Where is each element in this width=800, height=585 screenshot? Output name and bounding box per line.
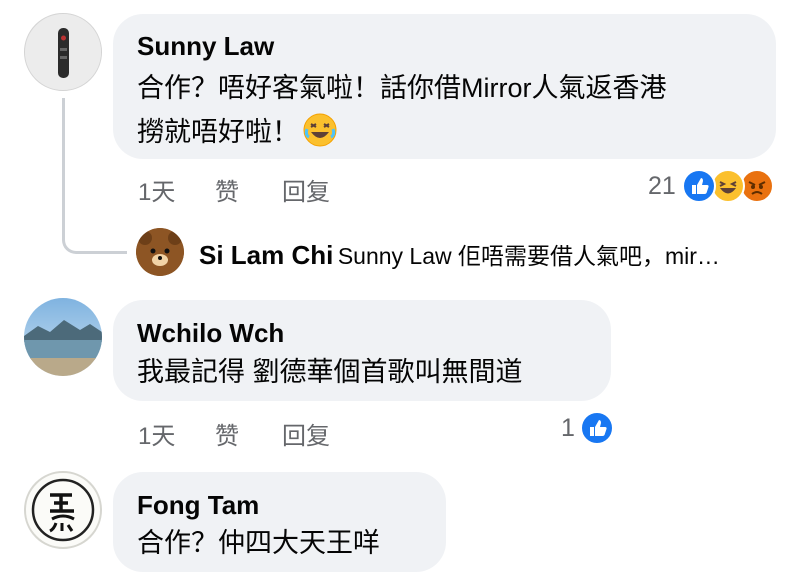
like-button[interactable]: 赞 bbox=[215, 416, 239, 451]
comment-text: 我最記得 劉德華個首歌叫無間道 bbox=[137, 357, 523, 387]
comment-text: 合作？唔好客氣啦！話你借Mirror人氣返香港 bbox=[137, 73, 667, 103]
reply-preview[interactable]: Si Lam Chi Sunny Law 佢唔需要借人氣吧，mir… bbox=[199, 237, 720, 271]
avatar[interactable] bbox=[24, 471, 102, 549]
brown-bear-avatar-image bbox=[136, 228, 184, 276]
comment-text: 撈就唔好啦！ bbox=[137, 110, 337, 160]
like-icon bbox=[682, 169, 716, 203]
reaction-count[interactable]: 1 bbox=[561, 414, 575, 443]
like-button[interactable]: 赞 bbox=[215, 172, 239, 207]
avatar[interactable] bbox=[136, 228, 184, 276]
lake-avatar-image bbox=[24, 298, 102, 376]
like-icon bbox=[580, 411, 614, 445]
comment-time[interactable]: 1天 bbox=[138, 172, 175, 207]
reply-button[interactable]: 回复 bbox=[282, 416, 330, 451]
avatar-image bbox=[25, 14, 101, 90]
laughing-emoji-icon bbox=[303, 113, 337, 160]
reply-author[interactable]: Si Lam Chi bbox=[199, 240, 333, 270]
calligraphy-avatar-image bbox=[31, 478, 95, 542]
reply-text: Sunny Law 佢唔需要借人氣吧，mir… bbox=[337, 243, 720, 269]
comment-text: 合作？仲四大天王咩 bbox=[137, 528, 380, 558]
comment-author[interactable]: Wchilo Wch bbox=[137, 318, 284, 349]
comment-author[interactable]: Fong Tam bbox=[137, 490, 259, 521]
comment-time[interactable]: 1天 bbox=[138, 416, 175, 451]
haha-icon bbox=[711, 169, 745, 203]
angry-icon bbox=[740, 169, 774, 203]
comment-text-line: 撈就唔好啦！ bbox=[137, 117, 299, 147]
reaction-count[interactable]: 21 bbox=[648, 172, 676, 201]
avatar[interactable] bbox=[24, 13, 102, 91]
reply-button[interactable]: 回复 bbox=[282, 172, 330, 207]
comment-author[interactable]: Sunny Law bbox=[137, 31, 274, 62]
thread-connector bbox=[62, 98, 127, 254]
avatar[interactable] bbox=[24, 298, 102, 376]
